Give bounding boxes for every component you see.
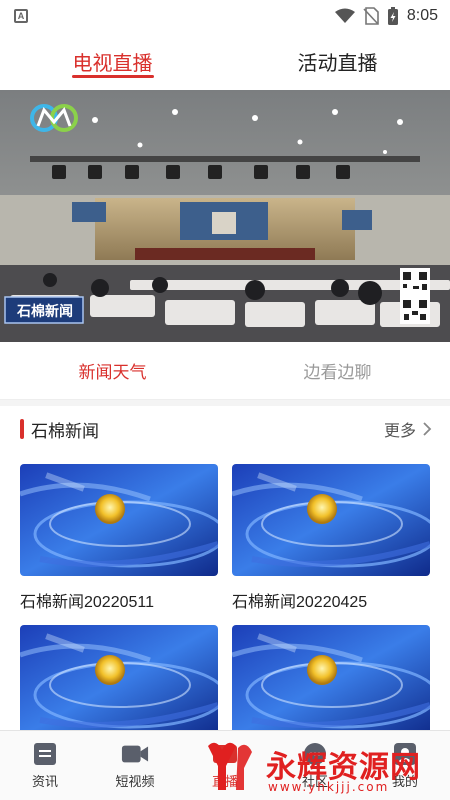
news-card-title: 石棉新闻20220511	[20, 594, 155, 611]
section-marker	[20, 419, 24, 439]
news-thumbnail	[20, 464, 218, 576]
nav-item-short-video[interactable]: 短视频	[90, 731, 180, 800]
live-video-player[interactable]: 石棉新闻	[0, 90, 450, 342]
active-tab-underline	[71, 75, 154, 78]
watermark: 永辉资源网 www.yhkjjj.com	[202, 738, 448, 796]
channel-caption: 石棉新闻	[17, 304, 73, 320]
tab-event-live-label: 活动直播	[297, 52, 378, 75]
battery-charging-icon	[387, 7, 398, 25]
more-link[interactable]: 更多	[384, 417, 432, 441]
news-card[interactable]: 石棉新闻20220511	[20, 464, 218, 612]
status-bar: A 8:05	[0, 0, 450, 32]
news-card-title: 石棉新闻20220425	[232, 594, 368, 611]
video-camera-icon	[121, 741, 149, 767]
tab-news-weather[interactable]: 新闻天气	[0, 342, 225, 399]
tab-tv-live-label: 电视直播	[72, 52, 153, 75]
top-tabs: 电视直播 活动直播	[0, 32, 450, 90]
more-label: 更多	[383, 423, 416, 440]
news-card[interactable]: 石棉新闻20220425	[232, 464, 430, 612]
watermark-url: www.yhkjjj.com	[268, 780, 390, 794]
tab-tv-live[interactable]: 电视直播	[0, 32, 225, 90]
news-thumbnail	[232, 464, 430, 576]
tab-watch-and-chat[interactable]: 边看边聊	[225, 342, 450, 399]
news-thumbnail	[232, 625, 430, 737]
news-thumbnail	[20, 625, 218, 737]
no-sim-icon	[363, 7, 379, 25]
section-header: 石棉新闻 更多	[0, 408, 450, 450]
wifi-icon	[334, 8, 355, 23]
chevron-right-icon	[423, 422, 432, 436]
sub-tabs: 新闻天气 边看边聊	[0, 342, 450, 400]
news-card[interactable]	[232, 625, 430, 737]
news-card[interactable]	[20, 625, 218, 737]
notification-a-icon: A	[14, 9, 28, 23]
section-title: 石棉新闻	[31, 421, 99, 441]
nav-label-short-video: 短视频	[115, 774, 155, 789]
nav-item-news[interactable]: 资讯	[0, 731, 90, 800]
news-icon	[31, 741, 59, 767]
nav-label-news: 资讯	[31, 774, 58, 789]
section-divider	[0, 400, 450, 406]
tab-event-live[interactable]: 活动直播	[225, 32, 450, 90]
status-time: 8:05	[406, 7, 438, 24]
